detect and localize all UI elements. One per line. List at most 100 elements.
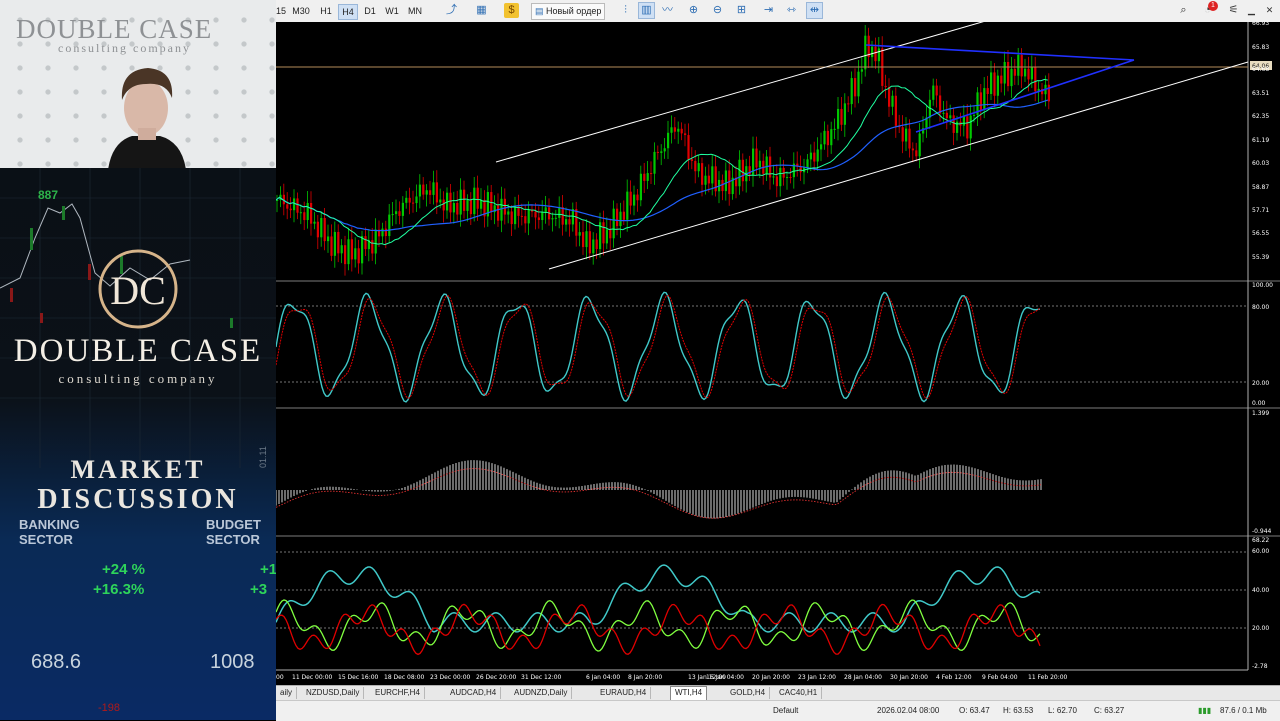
candle-body [633, 194, 636, 206]
candle-body [398, 211, 401, 216]
tab-euraud-h4[interactable]: EURAUD,H4 [596, 687, 652, 699]
candle-body [391, 214, 394, 216]
time-label: 18 Dec 08:00 [384, 674, 425, 681]
candle-body [585, 231, 588, 248]
budget-pct-1: +1 [260, 561, 276, 578]
candle-body [595, 239, 598, 250]
candle-body [1020, 54, 1023, 77]
candle-body [469, 200, 472, 215]
candle-body [697, 163, 700, 172]
zoom-out-icon[interactable]: ⊖ [710, 3, 725, 18]
close-icon[interactable]: ✕ [1262, 3, 1277, 18]
tab-audnzd-daily[interactable]: AUDNZD,Daily [510, 687, 573, 699]
timeframe-d1[interactable]: D1 [362, 4, 378, 18]
tab-audcad-h4[interactable]: AUDCAD,H4 [446, 687, 502, 699]
candle-body [293, 198, 296, 211]
candle-body [452, 202, 455, 213]
time-label: 23 Jan 12:00 [798, 674, 836, 681]
bar-chart-icon[interactable]: ⫶ [618, 3, 633, 18]
timeframe-m30[interactable]: M30 [290, 4, 312, 18]
autoscroll-icon[interactable]: ⇥ [761, 3, 776, 18]
status-bar: Default 2026.02.04 08:00 O: 63.47 H: 63.… [276, 700, 1280, 721]
candle-body [677, 128, 680, 132]
candlestick-icon[interactable]: ▥ [638, 2, 655, 19]
tab-cac40-h1[interactable]: CAC40,H1 [775, 687, 823, 699]
bg-number: 887 [38, 188, 59, 202]
stream-overlay: DOUBLE CASE consulting company 887 DC DO… [0, 0, 276, 720]
line-chart-icon[interactable]: 〰 [660, 3, 675, 18]
candle-body [775, 176, 778, 187]
candle-body [463, 189, 466, 211]
candle-body [724, 170, 727, 192]
candle-body [643, 173, 646, 181]
timeframe-h4[interactable]: H4 [338, 4, 358, 20]
timeframe-15[interactable]: 15 [276, 4, 286, 18]
candle-body [949, 115, 952, 119]
axis-label: 20.00 [1252, 380, 1269, 387]
candle-body [823, 130, 826, 145]
timeframe-h1[interactable]: H1 [318, 4, 334, 18]
tab-eurchf-h4[interactable]: EURCHF,H4 [371, 687, 425, 699]
coins-icon[interactable]: $ [504, 3, 519, 18]
candle-body [626, 191, 629, 220]
candle-body [911, 148, 914, 151]
channel-upper-line [495, 22, 984, 163]
tab-wti-h4[interactable]: WTI,H4 [670, 686, 708, 700]
period-separator-icon[interactable]: ⇹ [806, 2, 823, 19]
candle-body [395, 211, 398, 215]
candle-body [945, 112, 948, 119]
chart-shift-icon[interactable]: ⇿ [784, 3, 799, 18]
candle-body [476, 187, 479, 209]
tab-aily[interactable]: aily [276, 687, 298, 699]
candle-body [374, 229, 377, 254]
triangle-upper-line [865, 44, 1135, 61]
tab-gold-h4[interactable]: GOLD,H4 [726, 687, 771, 699]
candle-body [310, 203, 313, 224]
adx-minus-di-line [276, 603, 1041, 656]
candle-body [894, 95, 897, 126]
status-profile: Default [773, 706, 799, 715]
timeframe-w1[interactable]: W1 [384, 4, 400, 18]
time-label: 9 Feb 04:00 [982, 674, 1018, 681]
candle-body [602, 222, 605, 244]
tab-nzdusd-daily[interactable]: NZDUSD,Daily [302, 687, 365, 699]
status-datetime: 2026.02.04 08:00 [877, 706, 940, 715]
timeframe-mn[interactable]: MN [406, 4, 424, 18]
candle-body [667, 132, 670, 149]
axis-label: 65.83 [1252, 44, 1269, 51]
search-icon[interactable]: ⌕ [1176, 3, 1191, 18]
banking-pct-2: +16.3% [93, 581, 145, 598]
minimize-icon[interactable]: ▁ [1244, 3, 1259, 18]
candle-body [537, 217, 540, 221]
candle-body [932, 85, 935, 100]
chart-toolbar: 15 M30 H1 H4 D1 W1 MN ⤴ ▦ $ ▤ Новый ордер ⫶ ▥ … [276, 0, 1280, 23]
axis-label: 60.03 [1252, 160, 1269, 167]
adx-pane [276, 564, 1041, 656]
templates-icon[interactable]: ▦ [474, 3, 489, 18]
candle-body [612, 208, 615, 239]
candle-body [973, 114, 976, 116]
candle-body [684, 133, 687, 136]
axis-label: 62.35 [1252, 113, 1269, 120]
new-order-button[interactable]: ▤ Новый ордер [531, 3, 606, 20]
candle-body [656, 151, 659, 153]
zoom-in-icon[interactable]: ⊕ [686, 3, 701, 18]
grid-icon[interactable]: ⊞ [734, 3, 749, 18]
candle-body [1034, 67, 1037, 92]
chart-area[interactable]: 64.06 66.9365.8364.6863.5162.3561.1960.0… [276, 22, 1280, 685]
candle-body [514, 206, 517, 225]
candle-body [320, 218, 323, 238]
candle-body [1030, 67, 1033, 80]
chart-type-icon[interactable]: ⤴ [444, 3, 459, 18]
status-close: C: 63.27 [1094, 706, 1125, 715]
candle-body [588, 231, 591, 254]
discussion-heading: DISCUSSION [37, 484, 239, 515]
candle-body [371, 240, 374, 254]
budget-value: 1008 [210, 651, 255, 673]
candle-body [826, 130, 829, 146]
candle-body [918, 133, 921, 157]
price-pane [276, 25, 1050, 276]
candle-body [871, 46, 874, 58]
settings-sliders-icon[interactable]: ⚟ [1226, 3, 1241, 18]
candle-body [510, 211, 513, 225]
